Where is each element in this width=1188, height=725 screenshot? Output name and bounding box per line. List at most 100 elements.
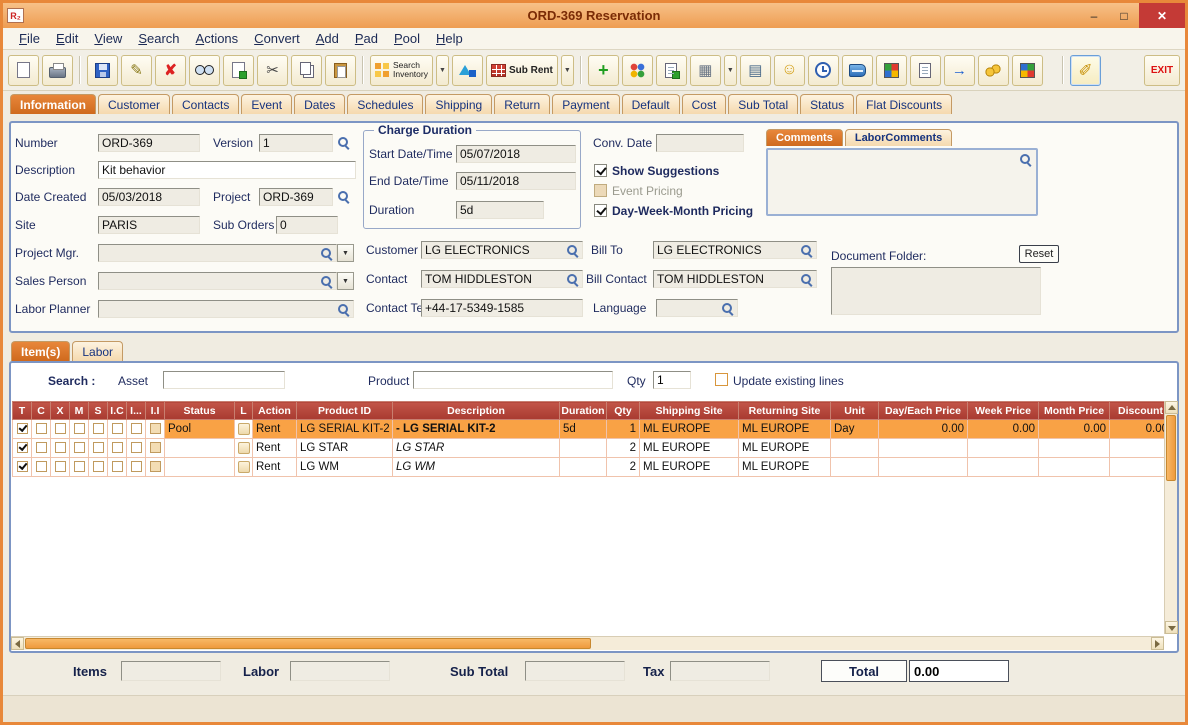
menu-add[interactable]: Add — [308, 29, 347, 48]
bill-to-search-icon[interactable] — [800, 244, 813, 257]
cell-checkbox[interactable] — [88, 419, 108, 439]
reports-button[interactable]: ▤ — [739, 54, 771, 86]
cell-duration[interactable]: 5d — [559, 419, 607, 439]
col-x[interactable]: X — [50, 401, 70, 420]
cell-shipping-site[interactable]: ML EUROPE — [639, 457, 739, 477]
close-button[interactable]: ✕ — [1139, 3, 1185, 28]
row-checkbox[interactable] — [73, 423, 85, 435]
start-date-field[interactable]: 05/07/2018 — [456, 145, 576, 163]
print-button[interactable] — [42, 54, 73, 86]
contact-field[interactable]: TOM HIDDLESTON — [421, 270, 583, 288]
language-search-icon[interactable] — [721, 302, 734, 315]
add-line-button[interactable]: + — [587, 54, 619, 86]
cell-checkbox[interactable] — [107, 419, 127, 439]
vertical-scroll-thumb[interactable] — [1166, 415, 1176, 481]
row-checkbox[interactable] — [111, 461, 123, 473]
language-field[interactable] — [656, 299, 738, 317]
line-button[interactable] — [237, 422, 250, 435]
worksheet-button[interactable] — [909, 54, 941, 86]
cell-product-id[interactable]: LG STAR — [296, 438, 393, 458]
cell-checkbox[interactable] — [50, 457, 70, 477]
comments-box[interactable] — [766, 148, 1038, 216]
cell-l[interactable] — [234, 457, 253, 477]
menu-view[interactable]: View — [86, 29, 130, 48]
day-week-month-checkbox[interactable] — [594, 204, 607, 217]
row-checkbox[interactable] — [111, 423, 123, 435]
date-created-field[interactable]: 05/03/2018 — [98, 188, 200, 206]
version-search-icon[interactable] — [337, 136, 350, 149]
tab-payment[interactable]: Payment — [552, 94, 620, 114]
col-week-price[interactable]: Week Price — [967, 401, 1039, 420]
cell-week-price[interactable] — [967, 438, 1039, 458]
sales-person-search-icon[interactable] — [320, 275, 333, 288]
cell-checkbox[interactable] — [69, 438, 89, 458]
table-row[interactable]: Rent LG WM LG WM 2 ML EUROPE ML EUROPE — [12, 457, 1172, 477]
cell-action[interactable]: Rent — [252, 438, 297, 458]
horizontal-scroll-thumb[interactable] — [25, 638, 591, 649]
bill-contact-search-icon[interactable] — [800, 273, 813, 286]
group-items-button[interactable] — [621, 54, 653, 86]
scroll-right-button[interactable] — [1151, 637, 1164, 650]
cell-qty[interactable]: 1 — [606, 419, 640, 439]
delete-button[interactable]: ✘ — [155, 54, 186, 86]
col-status[interactable]: Status — [164, 401, 235, 420]
comments-search-icon[interactable] — [1019, 153, 1032, 166]
cell-discount[interactable]: 0.00 — [1109, 419, 1172, 439]
tab-shipping[interactable]: Shipping — [425, 94, 493, 114]
cell-month-price[interactable] — [1038, 438, 1110, 458]
sales-person-field[interactable] — [98, 272, 337, 290]
scroll-up-button[interactable] — [1165, 401, 1178, 414]
project-mgr-dropdown[interactable]: ▼ — [337, 244, 354, 262]
customer-search-icon[interactable] — [566, 244, 579, 257]
table-row[interactable]: Rent LG STAR LG STAR 2 ML EUROPE ML EURO… — [12, 438, 1172, 458]
col-discount[interactable]: Discount — [1109, 401, 1172, 420]
tab-comments[interactable]: Comments — [766, 129, 843, 146]
find-button[interactable] — [189, 54, 220, 86]
tab-default[interactable]: Default — [621, 94, 680, 114]
col-c[interactable]: C — [31, 401, 51, 420]
new-button[interactable] — [8, 54, 39, 86]
cell-product-id[interactable]: LG WM — [296, 457, 393, 477]
cell-checkbox[interactable] — [126, 419, 146, 439]
cell-unit[interactable] — [830, 457, 879, 477]
cell-description[interactable]: LG WM — [392, 457, 560, 477]
cell-week-price[interactable] — [967, 457, 1039, 477]
col-ic[interactable]: I.C — [107, 401, 127, 420]
tab-event[interactable]: Event — [241, 94, 293, 114]
tab-dates[interactable]: Dates — [294, 94, 346, 114]
scroll-left-button[interactable] — [11, 637, 24, 650]
row-checkbox[interactable] — [149, 461, 161, 473]
sales-person-dropdown[interactable]: ▼ — [337, 272, 354, 290]
copy-button[interactable] — [291, 54, 322, 86]
cell-checkbox[interactable] — [126, 438, 146, 458]
project-search-icon[interactable] — [337, 190, 350, 203]
scroll-down-button[interactable] — [1165, 621, 1178, 634]
cell-checkbox[interactable] — [69, 457, 89, 477]
duration-field[interactable]: 5d — [456, 201, 544, 219]
col-action[interactable]: Action — [252, 401, 297, 420]
qty-input[interactable] — [653, 371, 691, 389]
row-checkbox[interactable] — [16, 423, 28, 435]
tab-flat-discounts[interactable]: Flat Discounts — [856, 94, 953, 114]
line-button[interactable] — [237, 460, 250, 473]
cell-checkbox[interactable] — [12, 457, 32, 477]
cell-discount[interactable] — [1109, 438, 1172, 458]
col-duration[interactable]: Duration — [559, 401, 607, 420]
cell-month-price[interactable]: 0.00 — [1038, 419, 1110, 439]
row-checkbox[interactable] — [130, 461, 142, 473]
cell-product-id[interactable]: LG SERIAL KIT-2 — [296, 419, 393, 439]
col-unit[interactable]: Unit — [830, 401, 879, 420]
cell-l[interactable] — [234, 419, 253, 439]
cell-checkbox[interactable] — [145, 419, 165, 439]
sub-rent-dropdown[interactable]: ▼ — [560, 54, 574, 86]
row-checkbox[interactable] — [149, 423, 161, 435]
menu-file[interactable]: File — [11, 29, 48, 48]
row-checkbox[interactable] — [35, 461, 47, 473]
cell-shipping-site[interactable]: ML EUROPE — [639, 438, 739, 458]
row-checkbox[interactable] — [54, 442, 66, 454]
tab-schedules[interactable]: Schedules — [347, 94, 424, 114]
line-button[interactable] — [237, 441, 250, 454]
show-suggestions-checkbox[interactable] — [594, 164, 607, 177]
cell-action[interactable]: Rent — [252, 457, 297, 477]
cell-duration[interactable] — [559, 457, 607, 477]
